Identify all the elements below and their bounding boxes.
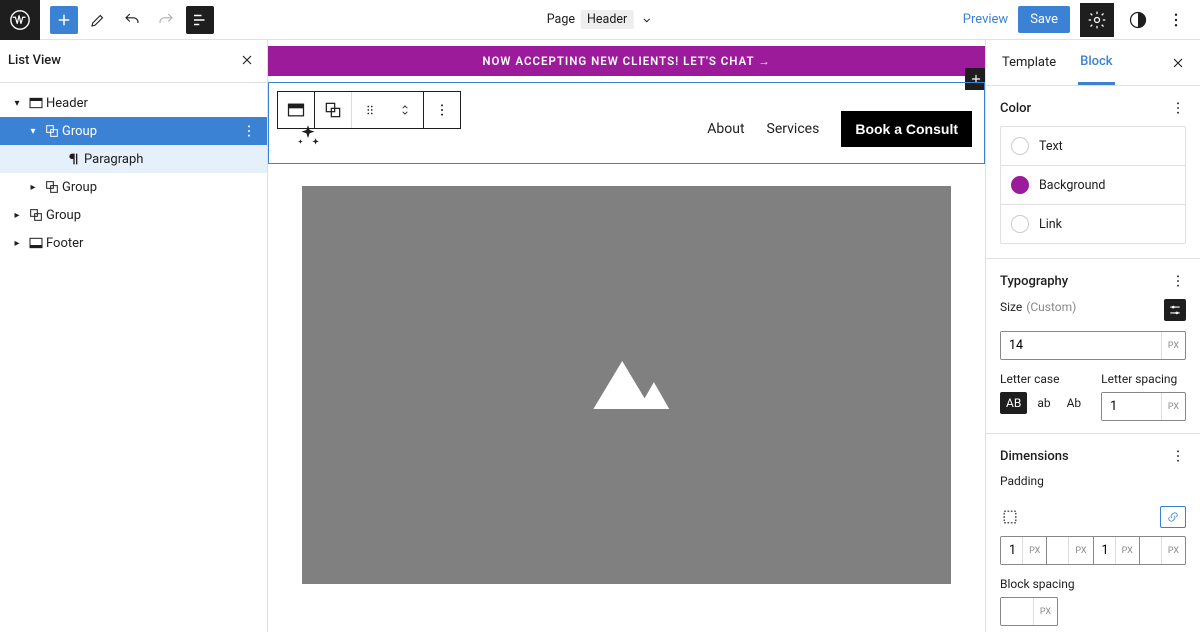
chevron-down-icon: ▾ [10, 98, 24, 109]
stars-icon [295, 123, 321, 149]
letterspacing-unit[interactable]: PX [1161, 393, 1185, 420]
blockspacing-input[interactable] [1001, 598, 1033, 625]
color-text-label: Text [1039, 139, 1063, 154]
footer-icon [26, 235, 46, 251]
nav-cta-button[interactable]: Book a Consult [841, 111, 972, 147]
lettercase-lower[interactable]: ab [1031, 392, 1056, 414]
size-label: Size [1000, 300, 1022, 314]
color-section-options[interactable] [1170, 100, 1186, 116]
tree-item-paragraph[interactable]: Paragraph [0, 145, 267, 173]
padding-link-toggle[interactable] [1160, 506, 1186, 528]
lettercase-label: Letter case [1000, 372, 1087, 386]
group-icon [26, 207, 46, 223]
size-presets-toggle[interactable] [1164, 299, 1186, 321]
tree-item-label: Footer [46, 236, 83, 251]
more-menu-button[interactable] [1162, 6, 1190, 34]
padding-top-input[interactable] [1001, 537, 1022, 564]
padding-left-input[interactable] [1140, 537, 1161, 564]
list-view-toggle[interactable] [186, 6, 214, 34]
site-nav: About Services Book a Consult [707, 111, 972, 147]
document-title[interactable]: Page Header [547, 10, 654, 29]
color-background-row[interactable]: Background [1001, 165, 1185, 204]
header-icon [26, 95, 46, 111]
tab-template[interactable]: Template [1000, 42, 1058, 83]
dimensions-section-options[interactable] [1170, 448, 1186, 464]
tree-item-group-selected[interactable]: ▾ Group [0, 117, 267, 145]
color-link-row[interactable]: Link [1001, 204, 1185, 243]
link-swatch [1011, 215, 1029, 233]
drag-handle[interactable] [351, 92, 387, 128]
close-inspector-button[interactable] [1170, 55, 1186, 71]
tree-item-label: Group [62, 180, 97, 195]
hero-image-placeholder[interactable] [302, 186, 951, 584]
add-block-button[interactable] [50, 6, 78, 34]
padding-right-input[interactable] [1047, 537, 1068, 564]
page-label: Page [547, 12, 575, 27]
tree-item-group[interactable]: ▸ Group [0, 173, 267, 201]
inspector-panel: Template Block Color Text Background [985, 40, 1200, 632]
styles-button[interactable] [1124, 6, 1152, 34]
letterspacing-input[interactable] [1102, 393, 1161, 420]
preview-link[interactable]: Preview [963, 12, 1008, 27]
chevron-right-icon: ▸ [10, 238, 24, 249]
header-chip: Header [581, 10, 633, 29]
padding-bottom-input[interactable] [1094, 537, 1115, 564]
size-hint: (Custom) [1026, 300, 1076, 314]
chevron-down-icon: ▾ [26, 126, 40, 137]
block-tree: ▾ Header ▾ Group Paragraph ▸ Group [0, 83, 267, 257]
size-unit[interactable]: PX [1161, 332, 1185, 359]
tree-item-footer[interactable]: ▸ Footer [0, 229, 267, 257]
padding-label: Padding [1000, 474, 1186, 488]
typography-section-options[interactable] [1170, 273, 1186, 289]
background-swatch [1011, 176, 1029, 194]
list-view-panel: List View ▾ Header ▾ Group Paragraph [0, 40, 268, 632]
wp-logo[interactable] [0, 0, 40, 40]
header-group-block[interactable]: About Services Book a Consult [268, 82, 985, 164]
nav-services[interactable]: Services [767, 121, 820, 137]
settings-button[interactable] [1080, 3, 1114, 37]
lettercase-upper[interactable]: AB [1000, 392, 1027, 414]
undo-button[interactable] [118, 6, 146, 34]
chevron-down-icon [639, 13, 653, 27]
tree-item-label: Paragraph [84, 152, 143, 167]
text-swatch [1011, 137, 1029, 155]
tree-item-group[interactable]: ▸ Group [0, 201, 267, 229]
tree-item-label: Group [62, 124, 97, 139]
group-icon [42, 123, 62, 139]
chevron-right-icon: ▸ [26, 182, 40, 193]
tree-item-label: Header [46, 96, 88, 111]
padding-sides-icon[interactable] [1000, 507, 1020, 527]
color-background-label: Background [1039, 178, 1105, 193]
announcement-banner[interactable]: NOW ACCEPTING NEW CLIENTS! LET'S CHAT → [268, 46, 985, 76]
block-more-options[interactable] [424, 92, 460, 128]
blockspacing-label: Block spacing [1000, 577, 1186, 591]
nav-about[interactable]: About [707, 121, 744, 137]
close-list-view-button[interactable] [239, 52, 255, 68]
editor-canvas: NOW ACCEPTING NEW CLIENTS! LET'S CHAT → [268, 40, 985, 632]
paragraph-icon [64, 151, 84, 167]
dimensions-section-title: Dimensions [1000, 449, 1069, 464]
chevron-right-icon: ▸ [10, 210, 24, 221]
top-toolbar: Page Header Preview Save [0, 0, 1200, 40]
mountain-icon [579, 350, 675, 420]
redo-button[interactable] [152, 6, 180, 34]
tab-block[interactable]: Block [1078, 41, 1114, 85]
group-icon [42, 179, 62, 195]
tree-item-label: Group [46, 208, 81, 223]
typography-section-title: Typography [1000, 274, 1068, 289]
color-section-title: Color [1000, 101, 1031, 116]
color-text-row[interactable]: Text [1001, 127, 1185, 165]
list-view-title: List View [8, 53, 61, 68]
letterspacing-label: Letter spacing [1101, 372, 1186, 386]
color-link-label: Link [1039, 217, 1062, 232]
edit-tool-button[interactable] [84, 6, 112, 34]
tree-item-header[interactable]: ▾ Header [0, 89, 267, 117]
save-button[interactable]: Save [1018, 6, 1070, 33]
move-up-down[interactable] [387, 92, 423, 128]
tree-item-options[interactable] [241, 123, 257, 139]
banner-text: NOW ACCEPTING NEW CLIENTS! LET'S CHAT → [482, 54, 770, 68]
lettercase-title[interactable]: Ab [1061, 392, 1088, 414]
font-size-input[interactable] [1001, 332, 1161, 359]
